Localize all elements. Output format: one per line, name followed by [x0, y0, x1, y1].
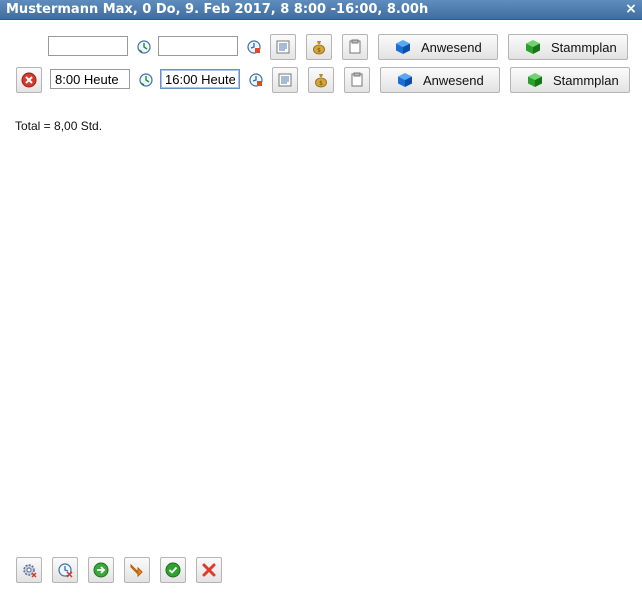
notes-icon	[276, 40, 290, 54]
stammplan-button[interactable]: Stammplan	[508, 34, 628, 60]
document-button[interactable]	[342, 34, 368, 60]
notes-button[interactable]	[272, 67, 298, 93]
clock-start-icon[interactable]	[139, 73, 153, 87]
money-button[interactable]: $	[306, 34, 332, 60]
clock-end-icon[interactable]	[247, 40, 261, 54]
clock-end-icon[interactable]	[249, 73, 263, 87]
anwesend-button[interactable]: Anwesend	[380, 67, 500, 93]
end-time-input[interactable]	[160, 69, 240, 89]
time-entry-row-2: $ Anwesend Stammplan	[0, 66, 642, 94]
start-time-input[interactable]	[50, 69, 130, 89]
window-title: Mustermann Max, 0 Do, 9. Feb 2017, 8 8:0…	[6, 2, 429, 17]
export-icon	[130, 563, 143, 578]
notes-icon	[278, 73, 292, 87]
money-button[interactable]: $	[308, 67, 334, 93]
next-icon	[93, 562, 109, 578]
total-hours-text: Total = 8,00 Std.	[15, 119, 103, 133]
blue-cube-icon	[398, 73, 412, 87]
next-button[interactable]	[88, 557, 114, 583]
cancel-icon	[202, 563, 216, 577]
start-time-input[interactable]	[48, 36, 128, 56]
document-icon	[351, 72, 363, 87]
window-titlebar: Mustermann Max, 0 Do, 9. Feb 2017, 8 8:0…	[0, 0, 642, 20]
anwesend-button[interactable]: Anwesend	[378, 34, 498, 60]
notes-button[interactable]	[270, 34, 296, 60]
delete-row-button[interactable]	[16, 67, 42, 93]
green-cube-icon	[526, 40, 540, 54]
anwesend-label: Anwesend	[421, 39, 482, 55]
calendar-icon	[58, 563, 73, 578]
delete-icon	[21, 72, 37, 88]
stammplan-button[interactable]: Stammplan	[510, 67, 630, 93]
document-button[interactable]	[344, 67, 370, 93]
time-entry-row-1: $ Anwesend Stammplan	[0, 33, 642, 61]
blue-cube-icon	[396, 40, 410, 54]
export-button[interactable]	[124, 557, 150, 583]
svg-text:$: $	[319, 80, 323, 87]
green-cube-icon	[528, 73, 542, 87]
calendar-button[interactable]	[52, 557, 78, 583]
stammplan-label: Stammplan	[551, 39, 617, 55]
clock-start-icon[interactable]	[137, 40, 151, 54]
confirm-button[interactable]	[160, 557, 186, 583]
svg-text:$: $	[317, 47, 321, 54]
confirm-icon	[165, 562, 181, 578]
end-time-input[interactable]	[158, 36, 238, 56]
settings-button[interactable]	[16, 557, 42, 583]
money-bag-icon: $	[315, 74, 327, 88]
settings-icon	[23, 564, 37, 578]
cancel-button[interactable]	[196, 557, 222, 583]
money-bag-icon: $	[313, 41, 325, 55]
anwesend-label: Anwesend	[423, 72, 484, 88]
stammplan-label: Stammplan	[553, 72, 619, 88]
document-icon	[349, 39, 361, 54]
close-window-button[interactable]: ×	[624, 0, 638, 19]
